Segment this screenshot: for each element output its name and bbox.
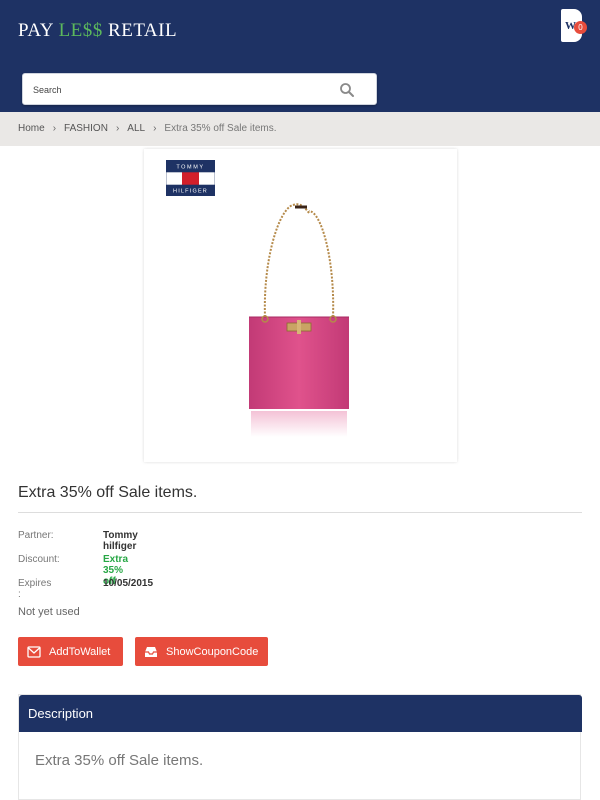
description-text: Extra 35% off Sale items. — [35, 752, 204, 769]
product-image-card: TOMMY HILFIGER — [144, 149, 457, 462]
usage-status: Not yet used — [18, 606, 80, 618]
app-header: PAY LE$$ RETAIL W 0 — [0, 0, 600, 112]
description-panel: Description Extra 35% off Sale items. — [18, 694, 582, 800]
brand-logo-image: TOMMY HILFIGER — [166, 160, 215, 196]
breadcrumb-current: Extra 35% off Sale items. — [164, 123, 277, 134]
description-header: Description — [19, 695, 582, 732]
show-coupon-code-button[interactable]: ShowCouponCode — [135, 637, 268, 666]
show-coupon-code-label: ShowCouponCode — [166, 645, 259, 658]
partner-label: Partner: — [18, 530, 54, 541]
search-box — [22, 73, 377, 105]
brand-text-part1: PAY — [18, 20, 59, 41]
expires-value: 10/05/2015 — [103, 578, 154, 589]
add-to-wallet-button[interactable]: AddToWallet — [18, 637, 123, 666]
brand-text-part2: RETAIL — [102, 20, 178, 41]
breadcrumb-fashion[interactable]: FASHION — [64, 123, 108, 134]
handbag-image — [249, 203, 349, 437]
discount-label: Discount: — [18, 554, 60, 565]
logo-text-bottom: HILFIGER — [173, 189, 208, 195]
search-icon[interactable] — [339, 82, 355, 98]
brand-logo[interactable]: PAY LE$$ RETAIL — [18, 20, 177, 42]
chevron-right-icon: › — [153, 123, 157, 134]
partner-value: Tommy hilfiger — [103, 530, 138, 552]
divider — [18, 512, 582, 513]
envelope-icon — [27, 645, 41, 658]
chevron-right-icon: › — [52, 123, 57, 134]
description-heading: Description — [28, 706, 94, 721]
breadcrumb: Home › FASHION › ALL › Extra 35% off Sal… — [0, 112, 600, 146]
product-title: Extra 35% off Sale items. — [18, 484, 198, 501]
brand-text-accent: LE$$ — [58, 20, 103, 41]
search-input[interactable] — [33, 81, 333, 99]
breadcrumb-home[interactable]: Home — [18, 123, 45, 134]
logo-text-top: TOMMY — [176, 165, 204, 171]
expires-label: Expires : — [18, 578, 52, 600]
add-to-wallet-label: AddToWallet — [49, 645, 111, 658]
inbox-icon — [145, 646, 157, 657]
wallet-button[interactable]: W 0 — [561, 9, 587, 42]
wallet-count-badge: 0 — [574, 21, 587, 34]
breadcrumb-all[interactable]: ALL — [127, 123, 145, 134]
chevron-right-icon: › — [115, 123, 120, 134]
